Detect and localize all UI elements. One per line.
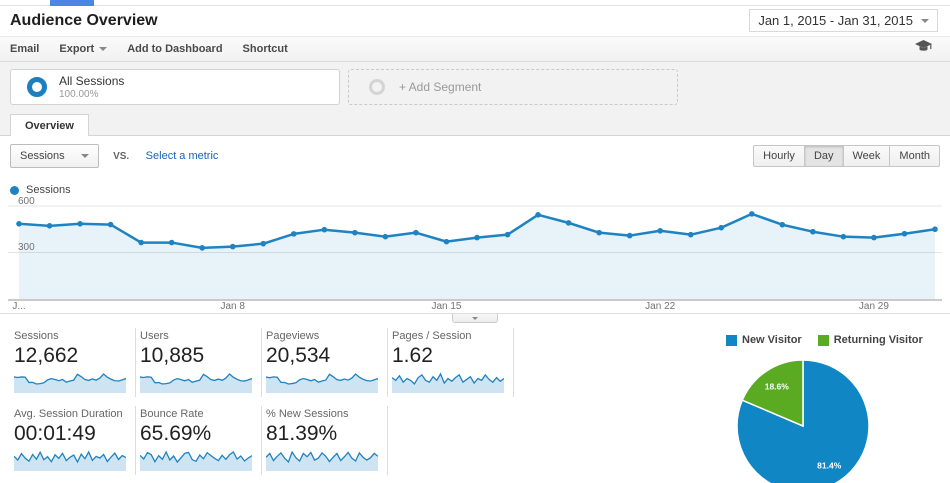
svg-text:18.6%: 18.6% bbox=[765, 381, 790, 391]
segment-ring-icon bbox=[27, 77, 47, 97]
chart-controls: Sessions VS. Select a metric Hourly Day … bbox=[10, 144, 940, 172]
metric-label: Pages / Session bbox=[392, 330, 507, 342]
segment-percent: 100.00% bbox=[59, 89, 124, 100]
sparkline bbox=[266, 449, 378, 471]
metric-select-dropdown[interactable]: Sessions bbox=[10, 144, 99, 168]
summary-section: Sessions 12,662 Users 10,885 Pageviews 2… bbox=[0, 328, 950, 483]
metric-value: 10,885 bbox=[140, 344, 255, 368]
x-axis-tick: Jan 15 bbox=[431, 301, 461, 312]
metric-label: Bounce Rate bbox=[140, 408, 255, 420]
segment-all-sessions[interactable]: All Sessions 100.00% bbox=[10, 69, 340, 105]
report-toolbar: Email Export Add to Dashboard Shortcut bbox=[0, 36, 950, 62]
interval-week-button[interactable]: Week bbox=[843, 145, 891, 167]
metric-label: Sessions bbox=[14, 330, 129, 342]
tab-row: Overview bbox=[0, 112, 950, 136]
metric-card-bounce-rate: Bounce Rate 65.69% bbox=[136, 406, 262, 475]
legend-returning-visitor: Returning Visitor bbox=[818, 334, 923, 346]
metric-select-value: Sessions bbox=[20, 150, 65, 162]
metric-label: % New Sessions bbox=[266, 408, 381, 420]
chevron-down-icon bbox=[99, 47, 107, 51]
add-segment-button[interactable]: + Add Segment bbox=[348, 69, 678, 105]
vs-label: VS. bbox=[113, 151, 129, 162]
add-segment-label: + Add Segment bbox=[399, 80, 481, 94]
select-a-metric-link[interactable]: Select a metric bbox=[146, 150, 219, 162]
sessions-legend-dot bbox=[10, 186, 19, 195]
metric-card-row: Sessions 12,662 Users 10,885 Pageviews 2… bbox=[10, 328, 560, 397]
y-axis-tick: 300 bbox=[18, 242, 35, 253]
email-button[interactable]: Email bbox=[10, 43, 39, 55]
chevron-down-icon bbox=[81, 154, 89, 158]
shortcut-button[interactable]: Shortcut bbox=[243, 43, 288, 55]
metric-value: 12,662 bbox=[14, 344, 129, 368]
sparkline bbox=[14, 449, 126, 471]
page-header: Audience Overview Jan 1, 2015 - Jan 31, … bbox=[0, 6, 950, 36]
x-axis-labels: J... Jan 8 Jan 15 Jan 22 Jan 29 bbox=[8, 300, 942, 313]
date-range-text: Jan 1, 2015 - Jan 31, 2015 bbox=[758, 13, 913, 28]
metric-label: Users bbox=[140, 330, 255, 342]
sparkline bbox=[140, 449, 252, 471]
segments-bar: All Sessions 100.00% + Add Segment bbox=[0, 62, 950, 112]
svg-text:81.4%: 81.4% bbox=[817, 461, 842, 471]
x-axis-tick: J... bbox=[12, 301, 25, 312]
metric-cards: Sessions 12,662 Users 10,885 Pageviews 2… bbox=[0, 328, 560, 483]
metric-card-new-sessions: % New Sessions 81.39% bbox=[262, 406, 388, 475]
pie-legend: New Visitor Returning Visitor bbox=[726, 334, 950, 346]
legend-label: New Visitor bbox=[742, 334, 802, 346]
metric-value: 1.62 bbox=[392, 344, 507, 368]
metric-label: Pageviews bbox=[266, 330, 381, 342]
visitor-type-panel: New Visitor Returning Visitor 81.4% 18.6% bbox=[560, 328, 950, 483]
metric-label: Avg. Session Duration bbox=[14, 408, 129, 420]
main-chart-section: 600 300 J... Jan 8 Jan 15 Jan 22 Jan 29 bbox=[0, 199, 950, 314]
metric-card-pages-per-session: Pages / Session 1.62 bbox=[388, 328, 514, 397]
metric-value: 65.69% bbox=[140, 422, 255, 446]
page-title: Audience Overview bbox=[10, 12, 158, 30]
x-axis-tick: Jan 29 bbox=[859, 301, 889, 312]
sparkline bbox=[266, 371, 378, 393]
tab-overview[interactable]: Overview bbox=[10, 114, 89, 136]
metric-card-sessions: Sessions 12,662 bbox=[10, 328, 136, 397]
interval-hourly-button[interactable]: Hourly bbox=[753, 145, 805, 167]
sessions-line-chart bbox=[8, 199, 942, 301]
date-range-selector[interactable]: Jan 1, 2015 - Jan 31, 2015 bbox=[749, 9, 938, 32]
chevron-down-icon bbox=[472, 317, 478, 320]
new-visitor-swatch-icon bbox=[726, 335, 737, 346]
chevron-down-icon bbox=[921, 19, 929, 23]
metric-card-users: Users 10,885 bbox=[136, 328, 262, 397]
metric-card-pageviews: Pageviews 20,534 bbox=[262, 328, 388, 397]
legend-label: Returning Visitor bbox=[834, 334, 923, 346]
returning-visitor-swatch-icon bbox=[818, 335, 829, 346]
metric-card-avg-session-duration: Avg. Session Duration 00:01:49 bbox=[10, 406, 136, 475]
x-axis-tick: Jan 22 bbox=[645, 301, 675, 312]
education-icon[interactable] bbox=[915, 40, 932, 58]
legend-new-visitor: New Visitor bbox=[726, 334, 802, 346]
add-to-dashboard-button[interactable]: Add to Dashboard bbox=[127, 43, 222, 55]
interval-switcher: Hourly Day Week Month bbox=[754, 145, 940, 167]
metric-value: 81.39% bbox=[266, 422, 381, 446]
metric-card-row: Avg. Session Duration 00:01:49 Bounce Ra… bbox=[10, 406, 560, 475]
chart-collapse-button[interactable] bbox=[452, 314, 498, 323]
interval-month-button[interactable]: Month bbox=[889, 145, 940, 167]
main-chart: 600 300 J... Jan 8 Jan 15 Jan 22 Jan 29 bbox=[8, 199, 942, 313]
interval-day-button[interactable]: Day bbox=[804, 145, 844, 167]
add-segment-ring-icon bbox=[369, 79, 385, 95]
export-label: Export bbox=[59, 43, 94, 55]
x-axis-tick: Jan 8 bbox=[220, 301, 244, 312]
y-axis-tick: 600 bbox=[18, 196, 35, 207]
export-button[interactable]: Export bbox=[59, 43, 107, 55]
sparkline bbox=[392, 371, 504, 393]
sparkline bbox=[140, 371, 252, 393]
visitor-type-pie-chart: 81.4% 18.6% bbox=[728, 354, 878, 483]
sessions-legend-label: Sessions bbox=[26, 184, 71, 196]
metric-value: 20,534 bbox=[266, 344, 381, 368]
main-chart-legend: Sessions bbox=[10, 184, 950, 196]
segment-label: All Sessions bbox=[59, 74, 124, 88]
metric-value: 00:01:49 bbox=[14, 422, 129, 446]
sparkline bbox=[14, 371, 126, 393]
